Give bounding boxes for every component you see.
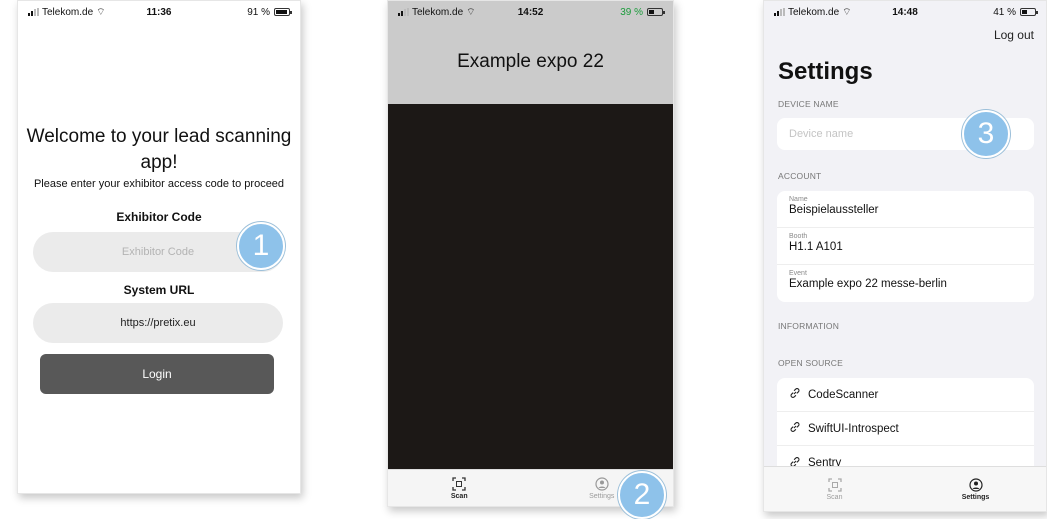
battery-percent: 41 % [993,6,1016,18]
logout-button[interactable]: Log out [994,28,1034,42]
clock: 14:48 [892,6,918,18]
tab-settings[interactable]: Settings [905,467,1046,511]
link-swiftui-introspect[interactable]: SwiftUI-Introspect [777,412,1034,446]
tab-settings-label: Settings [589,492,615,500]
carrier: Telekom.de [788,6,840,18]
open-source-section: OPEN SOURCE [778,358,844,368]
account-key: Name [789,196,808,203]
account-row-name: Name Beispielaussteller [777,191,1034,228]
account-row-event: Event Example expo 22 messe-berlin [777,265,1034,302]
callout-badge-3: 3 [962,110,1010,158]
information-section: INFORMATION [778,321,840,331]
login-button[interactable]: Login [40,354,274,394]
system-url-input[interactable]: https://pretix.eu [33,303,283,343]
wifi-icon: ⌔ [466,6,476,18]
system-url-label: System URL [123,283,195,297]
account-card: Name Beispielaussteller Booth H1.1 A101 … [777,191,1034,302]
tab-scan-label: Scan [826,493,843,501]
settings-screen: Telekom.de ⌔ 14:48 41 % Log out Settings … [763,0,1047,512]
carrier: Telekom.de [412,6,464,18]
link-label: CodeScanner [808,388,879,401]
event-header: Telekom.de ⌔ 14:52 39 % Example expo 22 [388,1,673,104]
signal-icon [774,8,785,16]
tab-scan[interactable]: Scan [388,470,531,506]
page-title: Settings [778,58,873,85]
battery-icon [1019,8,1038,16]
tab-settings-label: Settings [961,493,990,501]
clock: 14:52 [517,6,544,18]
wifi-icon: ⌔ [96,6,106,18]
link-icon [789,421,801,436]
qr-scan-icon [827,477,842,492]
clock: 11:36 [146,6,172,18]
account-value: H1.1 A101 [789,241,843,253]
tab-scan[interactable]: Scan [764,467,905,511]
scan-screen: Telekom.de ⌔ 14:52 39 % Example expo 22 S… [387,0,674,507]
person-circle-icon [595,476,609,491]
qr-scan-icon [452,476,466,491]
tab-scan-label: Scan [450,492,468,500]
link-icon [789,387,801,402]
account-key: Event [789,270,807,277]
event-title: Example expo 22 [457,51,604,72]
link-label: SwiftUI-Introspect [808,422,899,435]
account-value: Beispielaussteller [789,204,879,216]
callout-badge-2: 2 [618,471,666,519]
welcome-subtitle: Please enter your exhibitor access code … [33,178,285,190]
camera-viewfinder[interactable] [388,104,673,469]
welcome-title: Welcome to your lead scanning app! [26,126,292,173]
battery-icon [646,8,665,16]
status-bar: Telekom.de ⌔ 14:48 41 % [764,1,1046,23]
account-value: Example expo 22 messe-berlin [789,278,947,290]
signal-icon [398,8,409,16]
device-name-section: DEVICE NAME [778,99,839,109]
person-circle-icon [968,477,983,492]
tab-bar: Scan Settings [764,466,1046,511]
status-bar: Telekom.de ⌔ 14:52 39 % [388,1,673,23]
account-row-booth: Booth H1.1 A101 [777,228,1034,265]
battery-icon [273,8,292,16]
status-bar: Telekom.de ⌔ 11:36 91 % [18,1,300,23]
open-source-card: CodeScanner SwiftUI-Introspect Sentry [777,378,1034,478]
signal-icon [28,8,39,16]
callout-badge-1: 1 [237,222,285,270]
link-codescanner[interactable]: CodeScanner [777,378,1034,412]
battery-percent: 91 % [247,6,270,18]
carrier: Telekom.de [42,6,94,18]
battery-percent: 39 % [620,6,643,18]
wifi-icon: ⌔ [842,6,852,18]
account-section: ACCOUNT [778,171,822,181]
account-key: Booth [789,233,808,240]
